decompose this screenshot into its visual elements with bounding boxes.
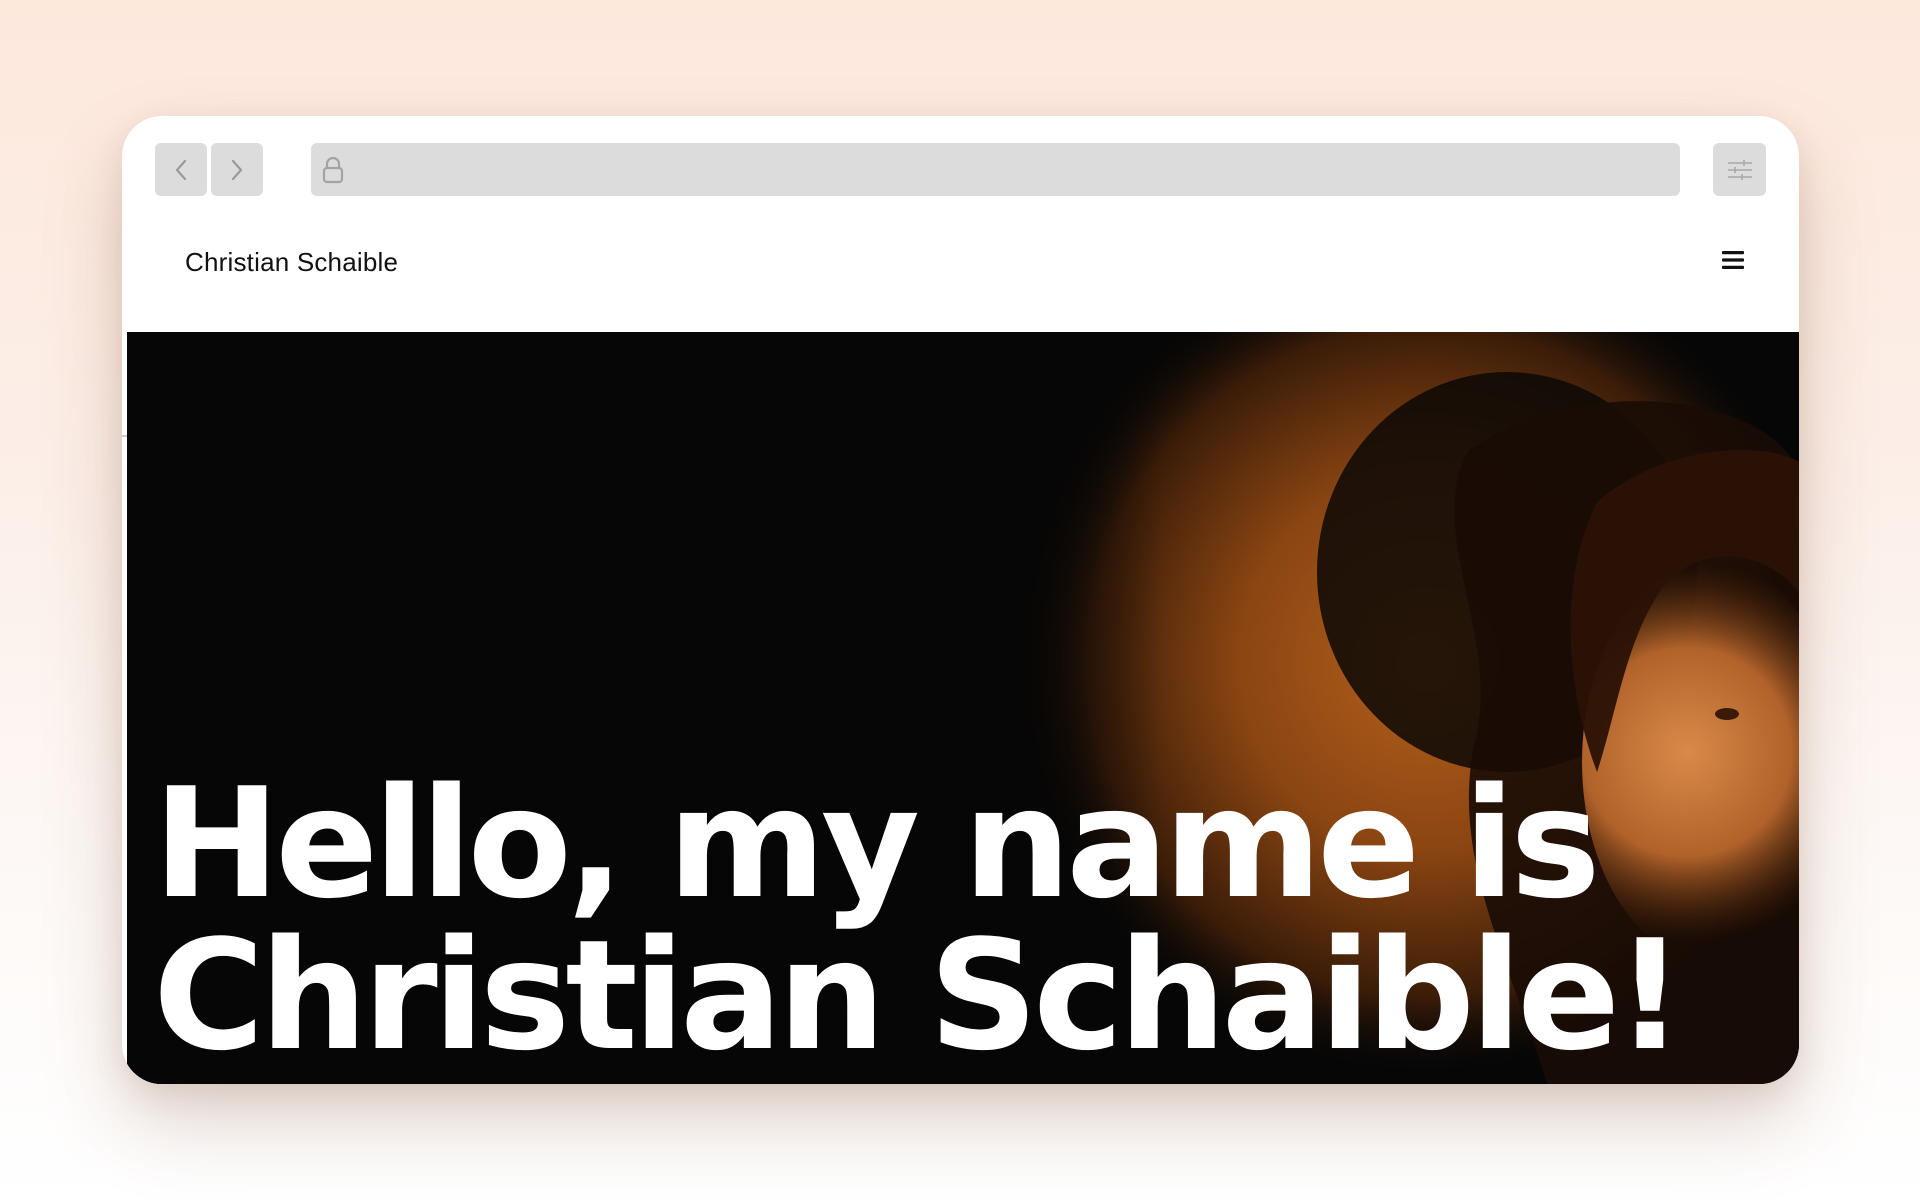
hero-headline-line-1: Hello, my name is — [153, 755, 1601, 932]
hamburger-menu-icon[interactable] — [1718, 246, 1748, 274]
chevron-right-icon — [231, 159, 243, 180]
back-button[interactable] — [155, 143, 207, 196]
browser-toolbar — [122, 116, 1799, 221]
hero-headline-line-2: Christian Schaible! — [153, 907, 1685, 1084]
browser-window: Christian Schaible Hello, my name is Chr… — [122, 116, 1799, 1084]
chevron-left-icon — [175, 159, 187, 180]
lock-icon — [321, 155, 345, 185]
hero-section: Hello, my name is Christian Schaible! — [127, 332, 1799, 1084]
forward-button[interactable] — [211, 143, 263, 196]
sliders-icon — [1727, 159, 1752, 180]
address-bar[interactable] — [311, 143, 1680, 196]
hero-headline: Hello, my name is Christian Schaible! — [153, 755, 1685, 1084]
site-title[interactable]: Christian Schaible — [185, 247, 398, 278]
settings-button[interactable] — [1713, 143, 1766, 196]
